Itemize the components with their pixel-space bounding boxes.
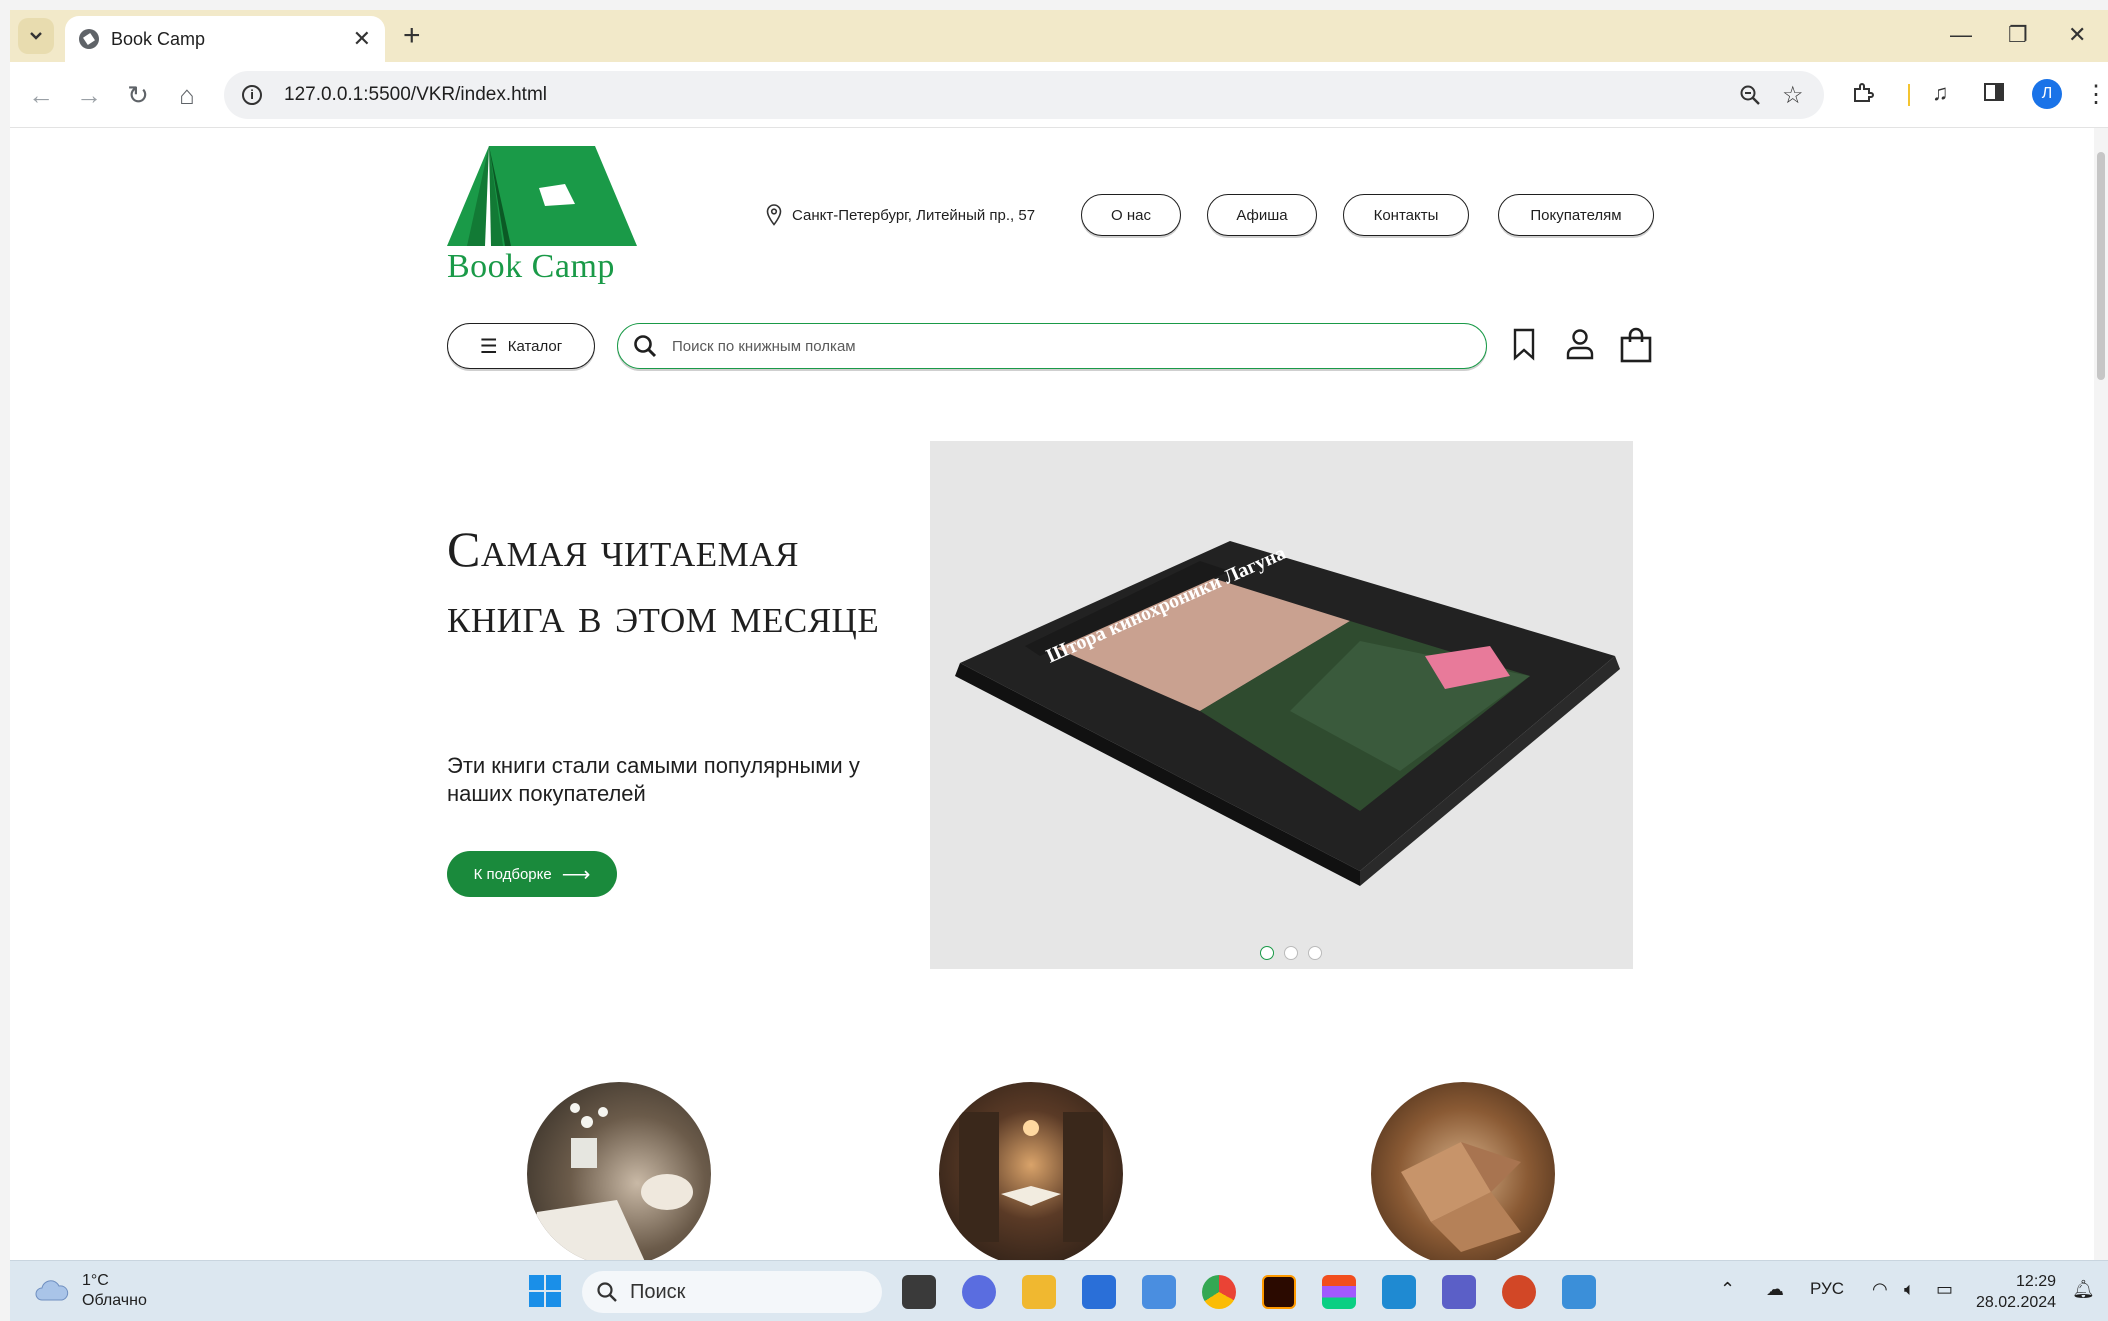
weather-temp: 1°C bbox=[82, 1272, 109, 1289]
tray-overflow-icon[interactable]: ⌃ bbox=[1720, 1279, 1735, 1300]
url-text: 127.0.0.1:5500/VKR/index.html bbox=[284, 84, 548, 105]
close-tab-icon[interactable]: ✕ bbox=[353, 26, 371, 52]
close-window-icon[interactable]: ✕ bbox=[2068, 22, 2086, 48]
powerpoint-icon[interactable] bbox=[1502, 1275, 1536, 1309]
bookmark-star-icon[interactable]: ☆ bbox=[1782, 81, 1804, 110]
profile-avatar[interactable]: Л bbox=[2032, 79, 2062, 109]
catalog-button[interactable]: ☰ Каталог bbox=[447, 323, 595, 369]
clock-date: 28.02.2024 bbox=[1976, 1294, 2057, 1311]
tab-list-button[interactable] bbox=[18, 18, 54, 54]
minimize-icon[interactable]: — bbox=[1950, 22, 1972, 48]
stacked-books-image bbox=[1401, 1142, 1521, 1252]
restore-icon[interactable]: ❐ bbox=[2008, 22, 2028, 48]
weather-widget[interactable]: 1°C Облачно bbox=[34, 1271, 147, 1311]
slider-dot-2[interactable] bbox=[1284, 946, 1298, 960]
map-pin-icon bbox=[766, 204, 782, 226]
language-indicator[interactable]: РУС bbox=[1810, 1279, 1844, 1299]
onedrive-icon[interactable]: ☁ bbox=[1766, 1279, 1784, 1300]
os-taskbar: 1°C Облачно Поиск ⌃ ☁ РУС ◠ 🔈︎ ▭ 12:29 2… bbox=[10, 1260, 2108, 1321]
category-image-library[interactable] bbox=[939, 1082, 1123, 1260]
menu-kebab-icon[interactable]: ⋮ bbox=[2084, 80, 2108, 109]
zoom-icon[interactable] bbox=[1738, 83, 1762, 107]
shopping-bag-icon[interactable] bbox=[1619, 327, 1653, 363]
taskbar-search-icon bbox=[597, 1282, 617, 1302]
clock-time: 12:29 bbox=[2016, 1273, 2057, 1290]
catalog-label: Каталог bbox=[507, 337, 563, 355]
taskbar-search[interactable]: Поиск bbox=[582, 1271, 882, 1313]
back-icon[interactable]: ← bbox=[26, 80, 56, 110]
user-icon[interactable] bbox=[1565, 327, 1595, 361]
tab-title: Book Camp bbox=[111, 28, 206, 49]
new-tab-button[interactable]: + bbox=[403, 21, 421, 51]
nav-customers[interactable]: Покупателям bbox=[1498, 194, 1654, 236]
category-image-reading-coffee[interactable] bbox=[527, 1082, 711, 1260]
nav-contacts[interactable]: Контакты bbox=[1343, 194, 1469, 236]
weather-desc: Облачно bbox=[82, 1292, 147, 1309]
mail-app-icon[interactable] bbox=[1142, 1275, 1176, 1309]
nav-about[interactable]: О нас bbox=[1081, 194, 1181, 236]
hero-slider[interactable]: Штора кинохроники Лагуна bbox=[930, 441, 1633, 969]
scrollbar-thumb[interactable] bbox=[2097, 152, 2105, 380]
vscode-icon[interactable] bbox=[1382, 1275, 1416, 1309]
book-cover-image: Штора кинохроники Лагуна bbox=[955, 541, 1620, 886]
illustrator-icon[interactable] bbox=[1262, 1275, 1296, 1309]
to-collection-label: К подборке bbox=[473, 865, 552, 883]
system-clock[interactable]: 12:29 28.02.2024 bbox=[1976, 1271, 2056, 1313]
wifi-icon[interactable]: ◠ bbox=[1872, 1279, 1888, 1300]
bookmark-icon[interactable] bbox=[1511, 327, 1537, 361]
windows-start-icon[interactable] bbox=[528, 1274, 562, 1308]
browser-toolbar: ← → ↻ ⌂ i 127.0.0.1:5500/VKR/index.html … bbox=[10, 62, 2108, 128]
toolbar-divider bbox=[1908, 84, 1910, 106]
slider-dot-1[interactable] bbox=[1260, 946, 1274, 960]
site-info-icon[interactable]: i bbox=[242, 85, 262, 105]
arrow-right-icon: ⟶ bbox=[561, 863, 591, 886]
category-image-books[interactable] bbox=[1371, 1082, 1555, 1260]
web-page: Book Camp Санкт-Петербург, Литейный пр.,… bbox=[10, 128, 2094, 1260]
teams-icon[interactable] bbox=[1442, 1275, 1476, 1309]
page-scrollbar[interactable] bbox=[2094, 128, 2108, 1260]
search-icon bbox=[634, 335, 657, 358]
library-shelves-image bbox=[959, 1112, 1103, 1242]
reload-icon[interactable]: ↻ bbox=[123, 80, 153, 110]
notepad-icon[interactable] bbox=[1562, 1275, 1596, 1309]
forward-icon[interactable]: → bbox=[74, 80, 104, 110]
home-icon[interactable]: ⌂ bbox=[172, 80, 202, 110]
figma-icon[interactable] bbox=[1322, 1275, 1356, 1309]
logo-text: Book Camp bbox=[447, 248, 615, 285]
globe-icon bbox=[79, 29, 99, 49]
nav-events[interactable]: Афиша bbox=[1207, 194, 1317, 236]
book-and-coffee-image bbox=[528, 1103, 693, 1260]
location-text: Санкт-Петербург, Литейный пр., 57 bbox=[792, 206, 1036, 224]
notifications-bell-icon[interactable]: 🔔︎ bbox=[2072, 1279, 2095, 1300]
extensions-icon[interactable] bbox=[1850, 80, 1876, 106]
chat-icon[interactable] bbox=[962, 1275, 996, 1309]
battery-icon[interactable]: ▭ bbox=[1936, 1279, 1953, 1300]
to-collection-button[interactable]: К подборке ⟶ bbox=[447, 851, 617, 897]
browser-tab-bar: Book Camp ✕ + — ❐ ✕ bbox=[10, 10, 2108, 62]
store-location: Санкт-Петербург, Литейный пр., 57 bbox=[766, 204, 1035, 226]
chrome-icon[interactable] bbox=[1202, 1275, 1236, 1309]
search-placeholder: Поиск по книжным полкам bbox=[672, 338, 856, 355]
hamburger-icon: ☰ bbox=[479, 335, 498, 358]
cloud-icon bbox=[35, 1280, 69, 1301]
file-explorer-icon[interactable] bbox=[1022, 1275, 1056, 1309]
chevron-down-icon bbox=[30, 32, 42, 40]
store-icon[interactable] bbox=[1082, 1275, 1116, 1309]
address-bar[interactable]: i 127.0.0.1:5500/VKR/index.html ☆ bbox=[224, 71, 1824, 119]
volume-icon[interactable]: 🔈︎ bbox=[1904, 1279, 1915, 1300]
hero-subtitle: Эти книги стали самыми популярными у наш… bbox=[447, 753, 860, 806]
hero-title: Самая читаемая книга в этом месяце bbox=[447, 521, 880, 643]
tab-book-camp[interactable]: Book Camp ✕ bbox=[65, 16, 385, 62]
site-search-input[interactable]: Поиск по книжным полкам bbox=[617, 323, 1487, 369]
taskbar-search-label: Поиск bbox=[630, 1280, 686, 1303]
media-controls-icon[interactable]: ♫ bbox=[1932, 80, 1949, 106]
task-view-icon[interactable] bbox=[902, 1275, 936, 1309]
slider-dot-3[interactable] bbox=[1308, 946, 1322, 960]
slider-dots bbox=[1260, 946, 1322, 960]
side-panel-icon[interactable] bbox=[1982, 80, 2006, 104]
